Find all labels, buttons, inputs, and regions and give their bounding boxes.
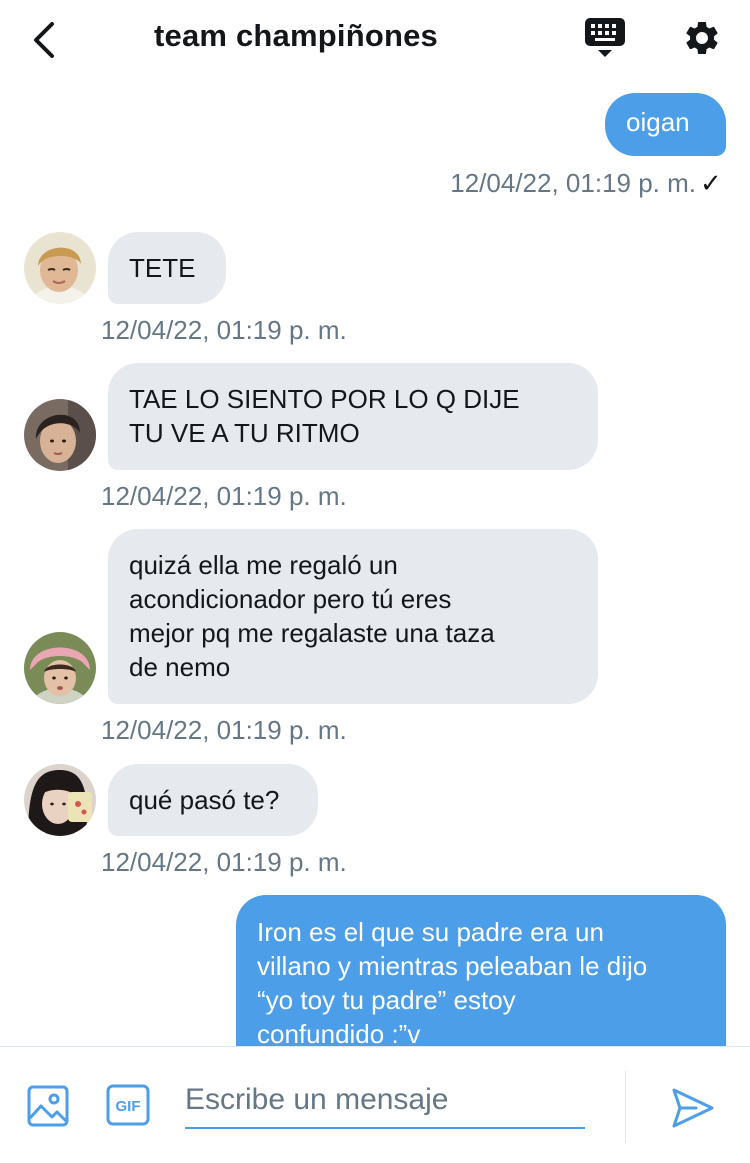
message-timestamp: 12/04/22, 01:19 p. m. [101,715,347,745]
conversation-title: team champiñones [153,18,438,53]
send-icon [672,1088,714,1128]
message-text: mejor pq me regalaste una taza [129,618,495,648]
message-text: Iron es el que su padre era un [257,917,604,947]
message-timestamp: 12/04/22, 01:19 p. m. [101,481,347,511]
message-text: TU VE A TU RITMO [129,418,360,448]
gif-label: GIF [116,1098,141,1115]
avatar[interactable] [24,632,96,704]
message-text: quizá ella me regaló un [129,550,398,580]
read-checkmark-icon: ✓ [700,168,722,198]
message-text: TETE [129,253,196,283]
avatar[interactable] [24,764,96,836]
gif-icon: GIF [106,1084,150,1126]
add-image-button[interactable] [26,1084,70,1128]
message-text: de nemo [129,652,231,682]
composer-divider [625,1071,626,1143]
message-composer: GIF [0,1046,750,1163]
settings-button[interactable] [678,14,726,62]
incoming-message-bubble[interactable]: qué pasó te? [108,764,318,836]
keyboard-icon [585,18,625,57]
avatar[interactable] [24,399,96,471]
gear-icon [686,21,718,54]
message-input[interactable] [185,1073,585,1129]
message-text: qué pasó te? [129,785,280,815]
message-text: “yo toy tu padre” estoy [257,985,516,1015]
message-timestamp: 12/04/22, 01:19 p. m. [101,315,347,345]
message-list[interactable]: oigan 12/04/22, 01:19 p. m. ✓ TETE 12/04… [0,80,750,1046]
message-text: TAE LO SIENTO POR LO Q DIJE [129,384,520,414]
message-text: oigan [626,107,690,137]
keyboard-button[interactable] [580,14,630,62]
add-gif-button[interactable]: GIF [106,1084,150,1126]
incoming-message-bubble[interactable]: TAE LO SIENTO POR LO Q DIJE TU VE A TU R… [108,363,598,470]
incoming-message-bubble[interactable]: quizá ella me regaló un acondicionador p… [108,529,598,704]
message-text: villano y mientras peleaban le dijo [257,951,648,981]
incoming-message-bubble[interactable]: TETE [108,232,226,304]
message-timestamp: 12/04/22, 01:19 p. m. [101,847,347,877]
message-text: confundido :”v [257,1019,421,1046]
outgoing-message-bubble[interactable]: Iron es el que su padre era un villano y… [236,895,726,1046]
message-timestamp: 12/04/22, 01:19 p. m. [450,168,696,198]
image-icon [27,1085,69,1127]
avatar[interactable] [24,232,96,304]
outgoing-message-bubble[interactable]: oigan [605,93,726,156]
message-text: acondicionador pero tú eres [129,584,452,614]
chat-header: team champiñones [0,0,750,80]
send-button[interactable] [670,1085,716,1131]
